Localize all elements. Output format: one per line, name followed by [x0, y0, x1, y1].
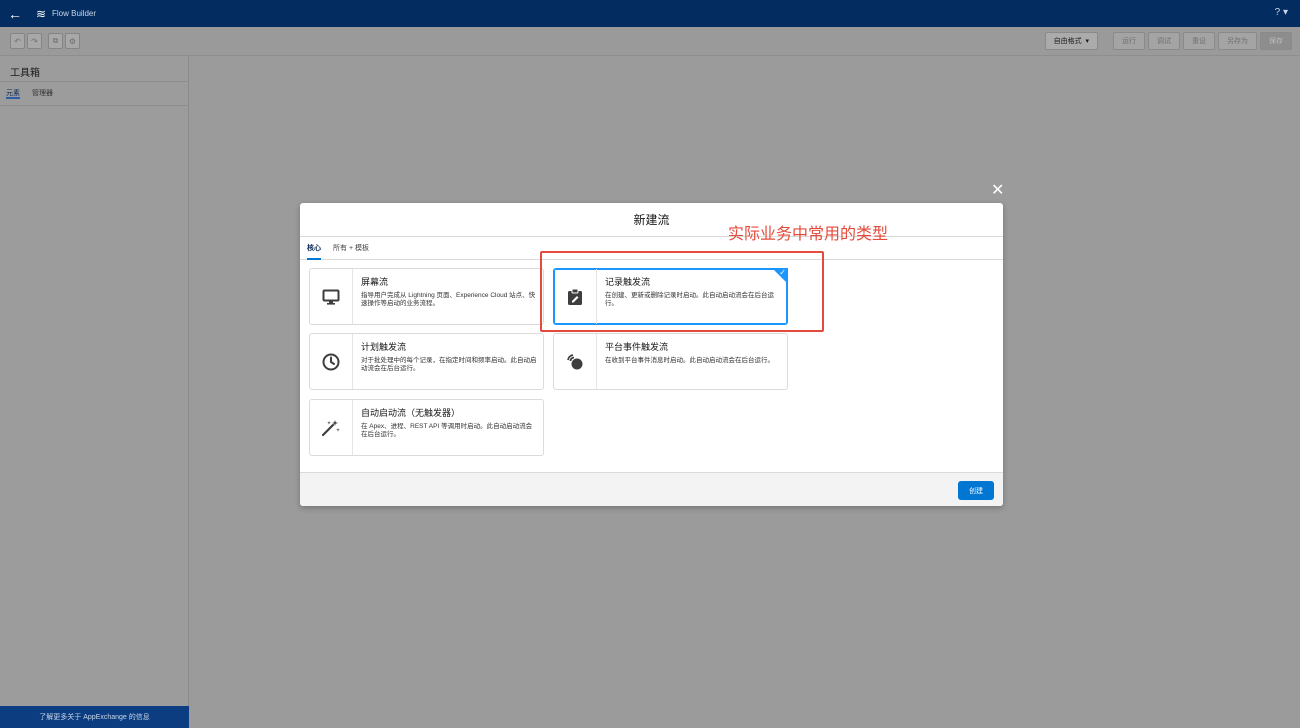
- redo-icon: ↷: [31, 36, 38, 46]
- create-button[interactable]: 创建: [958, 481, 994, 500]
- back-arrow-icon[interactable]: ←: [0, 6, 30, 22]
- tab-all-templates[interactable]: 所有 + 模板: [333, 243, 369, 259]
- toolbox-title: 工具箱: [0, 56, 188, 82]
- settings-button[interactable]: ⚙: [65, 33, 80, 49]
- annotation-highlight-box: [540, 251, 824, 332]
- toolbox-tabs: 元素 管理器: [0, 82, 188, 106]
- clock-icon: [310, 334, 353, 389]
- redo-button[interactable]: ↷: [27, 33, 42, 49]
- signal-icon: [554, 334, 597, 389]
- reset-button[interactable]: 重设: [1183, 32, 1215, 50]
- tab-core[interactable]: 核心: [307, 243, 321, 260]
- card-description: 指导用户完成从 Lightning 页面、Experience Cloud 站点…: [361, 292, 536, 307]
- save-button[interactable]: 保存: [1260, 32, 1292, 50]
- flow-type-card-scheduled[interactable]: 计划触发流 对于批处理中的每个记录，在指定时间和频率启动。此自动启动流会在后台运…: [309, 333, 544, 390]
- card-description: 在 Apex、进程、REST API 等调用时启动。此自动启动流会在后台运行。: [361, 423, 533, 438]
- run-button[interactable]: 运行: [1113, 32, 1145, 50]
- gear-icon: ⚙: [68, 36, 77, 46]
- modal-title: 新建流: [300, 203, 1003, 237]
- close-icon[interactable]: ✕: [991, 180, 1004, 200]
- flow-type-card-autolaunched[interactable]: 自动启动流（无触发器） 在 Apex、进程、REST API 等调用时启动。此自…: [309, 399, 544, 456]
- toolbar: ↶ ↷ ⧉ ⚙ 自由格式 ▾ 运行 调试 重设 另存为 保存: [0, 27, 1300, 56]
- app-title: Flow Builder: [52, 9, 97, 18]
- card-title: 计划触发流: [361, 342, 407, 352]
- magic-wand-icon: [310, 400, 353, 455]
- save-as-button[interactable]: 另存为: [1218, 32, 1257, 50]
- flow-icon: ≋: [35, 6, 47, 21]
- flow-type-card-screen[interactable]: 屏幕流 指导用户完成从 Lightning 页面、Experience Clou…: [309, 268, 544, 325]
- copy-button[interactable]: ⧉: [48, 33, 63, 49]
- flow-type-card-platform-event[interactable]: 平台事件触发流 在收到平台事件消息时启动。此自动启动流会在后台运行。: [553, 333, 788, 390]
- undo-button[interactable]: ↶: [10, 33, 25, 49]
- card-description: 对于批处理中的每个记录，在指定时间和频率启动。此自动启动流会在后台运行。: [361, 357, 537, 372]
- undo-icon: ↶: [14, 36, 21, 46]
- card-title: 平台事件触发流: [605, 342, 669, 352]
- chevron-down-icon: ▾: [1085, 38, 1089, 45]
- tab-elements[interactable]: 元素: [6, 88, 20, 99]
- layout-mode-label: 自由格式: [1053, 38, 1082, 45]
- card-description: 在收到平台事件消息时启动。此自动启动流会在后台运行。: [605, 357, 774, 364]
- debug-button[interactable]: 调试: [1148, 32, 1180, 50]
- new-flow-modal: 新建流 核心 所有 + 模板 屏幕流 指导用户完成从 Lightning 页面、…: [300, 203, 1003, 506]
- help-menu[interactable]: ? ▾: [1275, 7, 1288, 18]
- copy-icon: ⧉: [52, 36, 59, 45]
- appexchange-link[interactable]: 了解更多关于 AppExchange 的信息: [0, 706, 189, 728]
- annotation-text: 实际业务中常用的类型: [728, 226, 889, 243]
- top-bar: ← ≋ Flow Builder ? ▾: [0, 0, 1300, 27]
- monitor-icon: [310, 269, 353, 324]
- card-title: 屏幕流: [361, 277, 389, 287]
- card-title: 自动启动流（无触发器）: [361, 408, 461, 418]
- modal-footer: 创建: [300, 472, 1003, 506]
- layout-mode-dropdown[interactable]: 自由格式 ▾: [1044, 32, 1098, 50]
- tab-manager[interactable]: 管理器: [32, 88, 53, 99]
- toolbox-panel: 工具箱 元素 管理器 了解更多关于 AppExchange 的信息: [0, 56, 189, 728]
